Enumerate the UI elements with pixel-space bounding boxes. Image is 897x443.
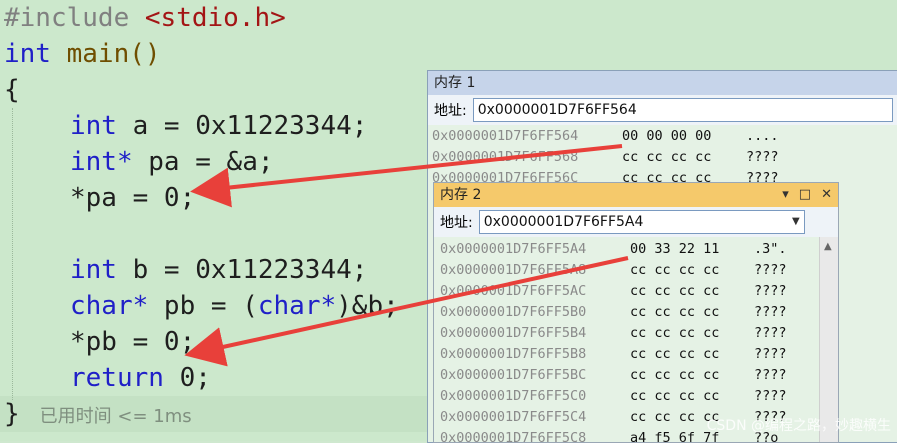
keyword: int [4, 39, 51, 69]
memory-bytes[interactable]: cc cc cc cc [622, 147, 746, 168]
chevron-down-icon[interactable]: ▼ [792, 211, 800, 233]
include-header: <stdio.h> [144, 3, 286, 33]
memory-ascii: ???? [754, 304, 787, 320]
code-line-5[interactable]: int* pa = &a; [70, 144, 274, 180]
memory-row[interactable]: 0x0000001D7F6FF5A4 00 33 22 11.3". [440, 239, 838, 260]
memory-ascii: ???? [754, 325, 787, 341]
code-line-2[interactable]: int main() [4, 36, 161, 72]
code-line-6[interactable]: *pa = 0; [70, 180, 195, 216]
code-text: *pb = 0; [70, 327, 196, 357]
memory-row[interactable]: 0x0000001D7F6FF5B0 cc cc cc cc???? [440, 302, 838, 323]
memory-window-2-address-input[interactable]: 0x0000001D7F6FF5A4 ▼ [478, 210, 805, 234]
memory-address: 0x0000001D7F6FF5B0 [440, 304, 587, 320]
code-line-8[interactable]: int b = 0x11223344; [70, 252, 367, 288]
memory-ascii: ???? [754, 262, 787, 278]
memory-ascii: ???? [746, 149, 779, 165]
memory-bytes[interactable]: cc cc cc cc [630, 281, 754, 302]
code-line-12[interactable]: } 已用时间 <= 1ms [4, 396, 192, 432]
code-text: )&b; [336, 291, 399, 321]
memory-row[interactable]: 0x0000001D7F6FF564 00 00 00 00.... [432, 126, 897, 147]
memory-row[interactable]: 0x0000001D7F6FF5B8 cc cc cc cc???? [440, 344, 838, 365]
memory-address: 0x0000001D7F6FF5BC [440, 367, 587, 383]
memory-row[interactable]: 0x0000001D7F6FF568 cc cc cc cc???? [432, 147, 897, 168]
watermark: CSDN @编程之路，妙趣横生 [706, 418, 891, 434]
memory-address: 0x0000001D7F6FF5A4 [440, 241, 587, 257]
code-line-4[interactable]: int a = 0x11223344; [70, 108, 367, 144]
address-label: 地址: [434, 103, 467, 119]
memory-ascii: ???? [754, 388, 787, 404]
memory-row[interactable]: 0x0000001D7F6FF5A8 cc cc cc cc???? [440, 260, 838, 281]
memory-address: 0x0000001D7F6FF568 [432, 149, 579, 165]
memory-address: 0x0000001D7F6FF5AC [440, 283, 587, 299]
memory-window-1-grid[interactable]: 0x0000001D7F6FF564 00 00 00 00.... 0x00000… [428, 126, 897, 189]
memory-address: 0x0000001D7F6FF5B8 [440, 346, 587, 362]
memory-window-1-title[interactable]: 内存 1 [428, 71, 897, 95]
memory-row[interactable]: 0x0000001D7F6FF5B4 cc cc cc cc???? [440, 323, 838, 344]
code-line-3[interactable]: { [4, 72, 20, 108]
code-text: a = 0x11223344; [116, 111, 368, 141]
keyword: int* [70, 147, 133, 177]
code-text: *pa = 0; [70, 183, 196, 213]
memory-row[interactable]: 0x0000001D7F6FF5AC cc cc cc cc???? [440, 281, 838, 302]
code-line-10[interactable]: *pb = 0; [70, 324, 195, 360]
elapsed-time-hint: 已用时间 <= 1ms [39, 406, 192, 427]
memory-window-2-title-text: 内存 2 [440, 187, 482, 203]
memory-ascii: ???? [754, 346, 787, 362]
window-buttons: ▾ □ ✕ [782, 183, 832, 207]
memory-window-2[interactable]: 内存 2 ▾ □ ✕ 地址: 0x0000001D7F6FF5A4 ▼ 0x000… [433, 182, 839, 443]
code-text: 0; [163, 363, 211, 393]
address-value: 0x0000001D7F6FF5A4 [483, 214, 644, 230]
memory-address: 0x0000001D7F6FF5C4 [440, 409, 587, 425]
memory-window-2-title[interactable]: 内存 2 ▾ □ ✕ [434, 183, 838, 207]
memory-address: 0x0000001D7F6FF5B4 [440, 325, 587, 341]
brace: { [4, 75, 20, 105]
keyword: int [70, 111, 117, 141]
code-line-9[interactable]: char* pb = (char*)&b; [70, 288, 399, 324]
memory-ascii: ???? [754, 367, 787, 383]
keyword: char* [70, 291, 149, 321]
memory-bytes[interactable]: cc cc cc cc [630, 323, 754, 344]
brace: } [4, 399, 20, 429]
memory-address: 0x0000001D7F6FF5A8 [440, 262, 587, 278]
memory-ascii: .3". [754, 241, 787, 257]
memory-ascii: .... [746, 128, 779, 144]
memory-bytes[interactable]: cc cc cc cc [630, 260, 754, 281]
memory-bytes[interactable]: cc cc cc cc [630, 344, 754, 365]
memory-address: 0x0000001D7F6FF5C0 [440, 388, 587, 404]
code-line-11[interactable]: return 0; [70, 360, 211, 396]
memory-window-1-address-input[interactable]: 0x0000001D7F6FF564 [472, 98, 893, 122]
memory-bytes[interactable]: 00 33 22 11 [630, 239, 754, 260]
maximize-icon[interactable]: □ [799, 183, 811, 207]
keyword: char* [257, 291, 337, 321]
preprocessor-directive: #include [4, 3, 130, 33]
memory-window-2-address-row: 地址: 0x0000001D7F6FF5A4 ▼ [434, 207, 838, 237]
memory-bytes[interactable]: cc cc cc cc [630, 302, 754, 323]
memory-row[interactable]: 0x0000001D7F6FF5BC cc cc cc cc???? [440, 365, 838, 386]
memory-window-1-address-row: 地址: 0x0000001D7F6FF564 [428, 95, 897, 125]
code-text: pa = &a; [132, 147, 274, 177]
memory-window-2-grid[interactable]: 0x0000001D7F6FF5A4 00 33 22 11.3". 0x00000… [434, 239, 838, 442]
keyword: int [70, 255, 117, 285]
function-name: main() [50, 39, 161, 69]
close-icon[interactable]: ✕ [821, 183, 832, 207]
code-text: pb = ( [148, 291, 258, 321]
memory-ascii: ???? [754, 283, 787, 299]
indent-guide [12, 108, 13, 400]
dropdown-icon[interactable]: ▾ [782, 183, 789, 207]
code-line-1[interactable]: #include <stdio.h> [4, 0, 286, 36]
memory-bytes[interactable]: cc cc cc cc [630, 365, 754, 386]
memory-bytes[interactable]: cc cc cc cc [630, 386, 754, 407]
memory-address: 0x0000001D7F6FF564 [432, 128, 579, 144]
memory-bytes[interactable]: 00 00 00 00 [622, 126, 746, 147]
keyword: return [70, 363, 164, 393]
vertical-scrollbar[interactable]: ▲ [819, 237, 838, 442]
scroll-up-icon[interactable]: ▲ [824, 241, 832, 252]
memory-row[interactable]: 0x0000001D7F6FF5C0 cc cc cc cc???? [440, 386, 838, 407]
code-text: b = 0x11223344; [116, 255, 368, 285]
address-label: 地址: [440, 215, 473, 231]
